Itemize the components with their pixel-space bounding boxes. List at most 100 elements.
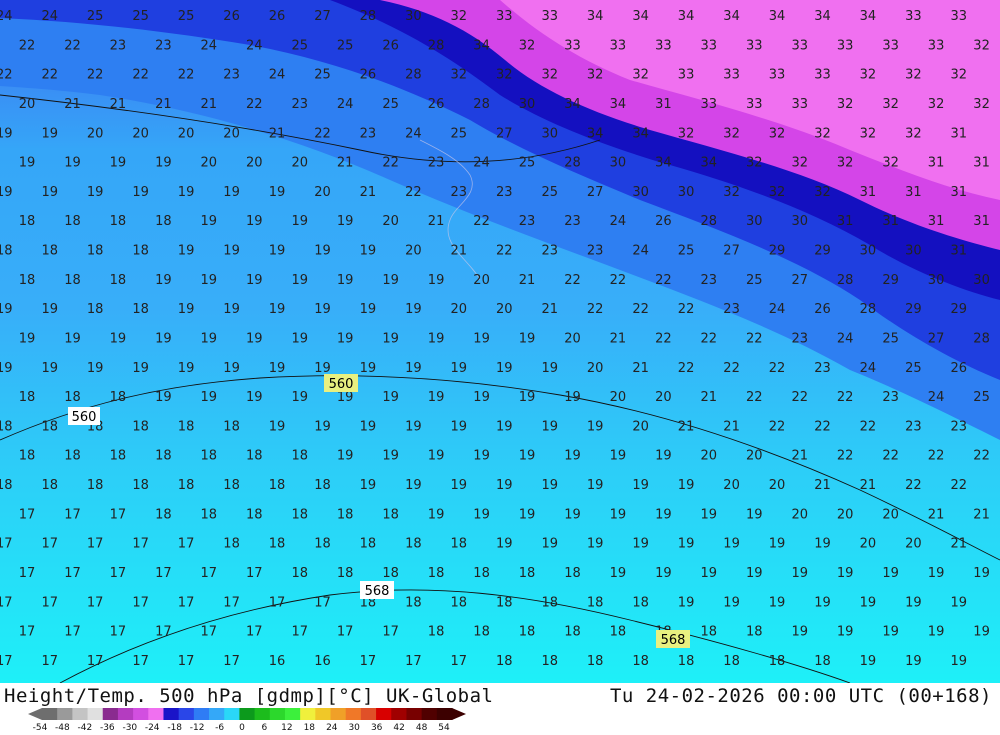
map-area: 24 24 25 25 25 26 26 27 28 30 32 33 33 34 34 34 34 34 34 34…: [0, 0, 1000, 683]
grid-value: 30: [610, 156, 627, 171]
grid-value: 22: [837, 449, 854, 464]
grid-value: 19: [201, 273, 218, 288]
grid-value: 18: [496, 595, 513, 610]
grid-value: 26: [428, 97, 445, 112]
grid-value: 18: [64, 449, 81, 464]
grid-value: 17: [110, 507, 127, 522]
grid-value: 19: [587, 478, 604, 493]
grid-value: 22: [246, 97, 263, 112]
grid-value: 19: [473, 390, 490, 405]
grid-value: 18: [0, 244, 13, 259]
grid-value: 28: [473, 97, 490, 112]
grid-value: 29: [905, 302, 922, 317]
grid-value: 18: [132, 419, 149, 434]
grid-value: 18: [746, 625, 763, 640]
grid-value: 20: [610, 390, 627, 405]
grid-value: 18: [451, 537, 468, 552]
grid-value: 33: [746, 38, 763, 53]
grid-value: 18: [382, 507, 399, 522]
map-footer: Height/Temp. 500 hPa [gdmp][°C] UK-Globa…: [0, 683, 1000, 733]
grid-value: 24: [201, 38, 218, 53]
grid-value: 19: [360, 244, 377, 259]
grid-value: 17: [292, 625, 309, 640]
grid-value: 18: [564, 566, 581, 581]
grid-value: 19: [519, 331, 536, 346]
grid-value: 34: [723, 9, 740, 24]
grid-value: 23: [519, 214, 536, 229]
grid-value: 20: [701, 449, 718, 464]
grid-value: 19: [542, 537, 559, 552]
grid-value: 25: [451, 126, 468, 141]
grid-value: 26: [223, 9, 240, 24]
grid-value: 24: [837, 331, 854, 346]
grid-value: 32: [451, 9, 468, 24]
grid-value: 21: [201, 97, 218, 112]
grid-value: 28: [428, 38, 445, 53]
grid-value: 25: [292, 38, 309, 53]
grid-value: 22: [64, 38, 81, 53]
grid-value: 17: [110, 625, 127, 640]
grid-value: 27: [314, 9, 331, 24]
grid-value: 18: [42, 478, 59, 493]
grid-value: 22: [746, 331, 763, 346]
grid-value: 18: [155, 449, 172, 464]
grid-value: 25: [882, 331, 899, 346]
grid-value: 33: [837, 38, 854, 53]
grid-value: 22: [132, 68, 149, 83]
grid-value: 19: [0, 185, 13, 200]
grid-value: 23: [451, 185, 468, 200]
grid-value: 17: [337, 625, 354, 640]
grid-value: 18: [246, 507, 263, 522]
grid-value: 19: [0, 302, 13, 317]
grid-value: 19: [451, 419, 468, 434]
grid-value: 19: [110, 156, 127, 171]
grid-value: 25: [337, 38, 354, 53]
grid-value: 17: [0, 654, 13, 669]
grid-value: 23: [882, 390, 899, 405]
colorbar-swatch: [57, 708, 73, 720]
grid-value: 19: [928, 625, 945, 640]
colorbar-tick: 6: [261, 723, 268, 733]
colorbar-swatch: [360, 708, 377, 720]
colorbar-swatch: [87, 708, 104, 720]
grid-value: 25: [314, 68, 331, 83]
grid-value: 22: [178, 68, 195, 83]
grid-value: 22: [655, 273, 672, 288]
grid-value: 23: [110, 38, 127, 53]
grid-value: 18: [360, 537, 377, 552]
grid-value: 32: [542, 68, 559, 83]
grid-value: 19: [632, 478, 649, 493]
grid-value: 19: [360, 478, 377, 493]
grid-value: 16: [269, 654, 286, 669]
grid-value: 19: [587, 537, 604, 552]
grid-value: 29: [769, 244, 786, 259]
grid-value: 21: [542, 302, 559, 317]
grid-value: 20: [87, 126, 104, 141]
grid-value: 17: [42, 537, 59, 552]
grid-value: 32: [860, 126, 877, 141]
grid-value: 19: [428, 507, 445, 522]
grid-value: 21: [337, 156, 354, 171]
grid-value: 31: [973, 156, 990, 171]
grid-value: 31: [951, 126, 968, 141]
grid-value: 21: [428, 214, 445, 229]
grid-value: 17: [110, 566, 127, 581]
grid-value: 23: [496, 185, 513, 200]
colorbar-swatch: [133, 708, 149, 720]
grid-value: 18: [542, 654, 559, 669]
grid-value: 20: [882, 507, 899, 522]
grid-value: 17: [19, 507, 36, 522]
colorbar-swatch: [406, 708, 423, 720]
grid-value: 29: [814, 244, 831, 259]
grid-value: 21: [451, 244, 468, 259]
grid-value: 19: [155, 273, 172, 288]
grid-value: 20: [792, 507, 809, 522]
grid-value: 28: [564, 156, 581, 171]
grid-value: 19: [110, 331, 127, 346]
grid-value: 19: [746, 507, 763, 522]
grid-value: 19: [269, 361, 286, 376]
colorbar-tick: 30: [348, 723, 360, 733]
grid-value: 22: [610, 273, 627, 288]
grid-value: 22: [405, 185, 422, 200]
grid-value: 18: [223, 478, 240, 493]
